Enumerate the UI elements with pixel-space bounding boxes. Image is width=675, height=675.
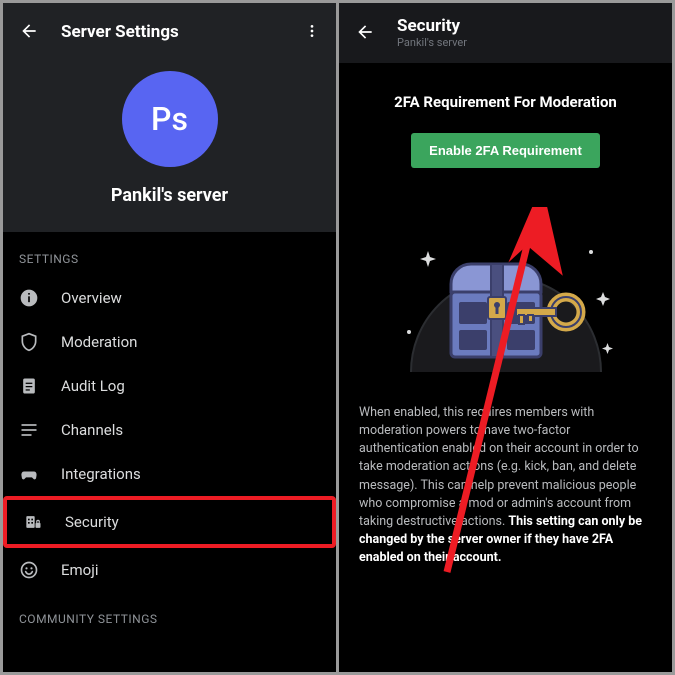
section-heading: 2FA Requirement For Moderation (357, 93, 654, 111)
sidebar-item-label: Moderation (61, 333, 137, 351)
sidebar-item-integrations[interactable]: Integrations (3, 452, 336, 496)
sidebar-item-emoji[interactable]: Emoji (3, 548, 336, 592)
description-plain: When enabled, this requires members with… (359, 405, 639, 529)
section-label-community: COMMUNITY SETTINGS (3, 592, 336, 636)
gamepad-icon (19, 464, 39, 484)
more-options-icon[interactable] (304, 23, 320, 42)
list-icon (19, 420, 39, 440)
server-hero: Ps Pankil's server (3, 61, 336, 232)
sidebar-item-label: Emoji (61, 561, 98, 579)
sidebar-item-overview[interactable]: Overview (3, 276, 336, 320)
right-pane-security: Security Pankil's server 2FA Requirement… (339, 3, 672, 672)
server-name: Pankil's server (3, 185, 336, 206)
sidebar-item-label: Channels (61, 421, 123, 439)
header-bar: Server Settings (3, 3, 336, 61)
description-text: When enabled, this requires members with… (357, 404, 654, 567)
server-avatar[interactable]: Ps (122, 71, 218, 167)
back-arrow-icon[interactable] (19, 21, 39, 44)
sidebar-item-moderation[interactable]: Moderation (3, 320, 336, 364)
shield-icon (19, 332, 39, 352)
header-bar: Security Pankil's server (339, 3, 672, 63)
sidebar-item-audit-log[interactable]: Audit Log (3, 364, 336, 408)
page-title: Server Settings (61, 22, 179, 42)
emoji-icon (19, 560, 39, 580)
enable-2fa-button[interactable]: Enable 2FA Requirement (411, 133, 600, 168)
back-arrow-icon[interactable] (355, 22, 375, 45)
sidebar-item-label: Integrations (61, 465, 141, 483)
left-pane-server-settings: Server Settings Ps Pankil's server SETTI… (3, 3, 336, 672)
section-label-settings: SETTINGS (3, 232, 336, 276)
clipboard-icon (19, 376, 39, 396)
sidebar-item-security[interactable]: Security (3, 496, 336, 548)
treasure-illustration (391, 202, 621, 392)
sidebar-item-channels[interactable]: Channels (3, 408, 336, 452)
sidebar-item-label: Overview (61, 289, 122, 307)
page-subtitle: Pankil's server (397, 36, 467, 49)
info-icon (19, 288, 39, 308)
lock-server-icon (23, 512, 43, 532)
page-title: Security (397, 17, 467, 36)
sidebar-item-label: Audit Log (61, 377, 125, 395)
sidebar-item-label: Security (65, 513, 119, 531)
